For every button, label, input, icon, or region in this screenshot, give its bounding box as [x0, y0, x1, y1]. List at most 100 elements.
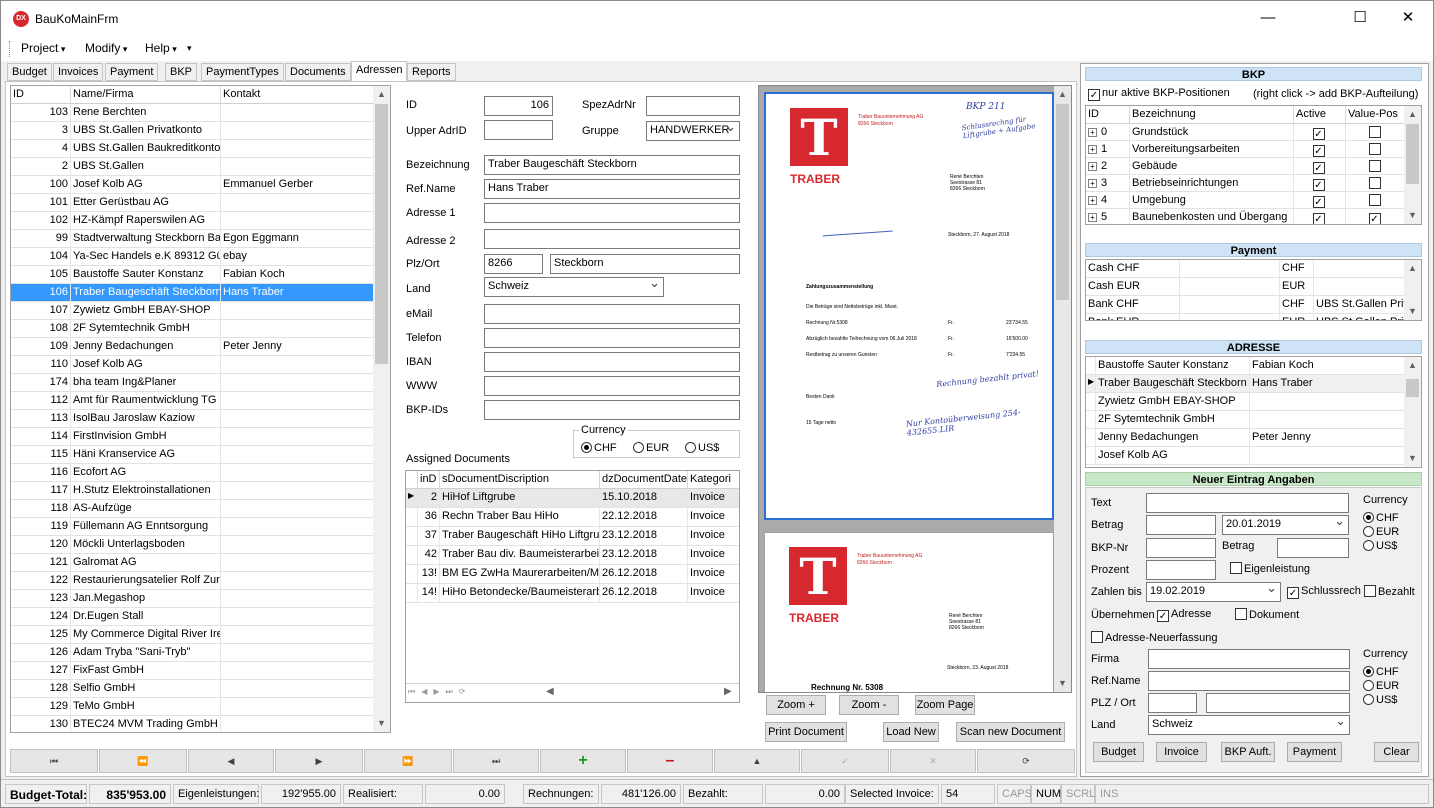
- bkp-row[interactable]: +4 Umgebung ✓: [1086, 192, 1406, 209]
- table-row[interactable]: 174 bha team Ing&Planer: [11, 374, 375, 392]
- table-row[interactable]: 112 Amt für Raumentwicklung TG: [11, 392, 375, 410]
- adresse-checkbox[interactable]: ✓ Adresse: [1157, 608, 1211, 622]
- bkp-row[interactable]: +3 Betriebseinrichtungen ✓: [1086, 175, 1406, 192]
- zoom-page-button[interactable]: Zoom Page: [915, 695, 975, 715]
- doc-nav-icons[interactable]: ⏮◀▶⏭⟳: [408, 687, 471, 697]
- menu-project[interactable]: Project: [21, 41, 65, 55]
- table-row[interactable]: 101 Etter Gerüstbau AG: [11, 194, 375, 212]
- doc-hscroll-right-icon[interactable]: ▶: [724, 686, 732, 697]
- table-row[interactable]: 116 Ecofort AG: [11, 464, 375, 482]
- col-date[interactable]: dzDocumentDate: [600, 471, 688, 489]
- currency2-chf-radio[interactable]: CHF: [1363, 666, 1399, 678]
- plz-field-2[interactable]: [1148, 693, 1197, 713]
- expand-icon[interactable]: +: [1088, 196, 1097, 205]
- adresse-scroll-up-icon[interactable]: ▲: [1404, 357, 1421, 374]
- payment-row[interactable]: Bank EUR EURUBS St.Gallen Priv: [1086, 314, 1406, 320]
- date-field-1[interactable]: 20.01.2019: [1222, 515, 1349, 535]
- table-row[interactable]: 125 My Commerce Digital River Irel: [11, 626, 375, 644]
- bezeichnung-field[interactable]: Traber Baugeschäft Steckborn: [484, 155, 740, 175]
- table-row[interactable]: 130 BTEC24 MVM Trading GmbH: [11, 716, 375, 732]
- table-row[interactable]: 119 Füllemann AG Enntsorgung: [11, 518, 375, 536]
- bkp-auft-button[interactable]: BKP Auft.: [1221, 742, 1275, 762]
- expand-icon[interactable]: +: [1088, 213, 1097, 222]
- eigenleistung-checkbox[interactable]: Eigenleistung: [1230, 562, 1310, 575]
- nav-confirm-button[interactable]: ✓: [801, 749, 889, 773]
- scroll-down-icon[interactable]: ▼: [373, 715, 390, 732]
- expand-icon[interactable]: +: [1088, 162, 1097, 171]
- iban-field[interactable]: [484, 352, 740, 372]
- table-row[interactable]: 3 UBS St.Gallen Privatkonto: [11, 122, 375, 140]
- nav-add-button[interactable]: +: [540, 749, 626, 773]
- zoom-out-button[interactable]: Zoom -: [839, 695, 899, 715]
- table-row[interactable]: 99 Stadtverwaltung Steckborn Ba Egon Eggma…: [11, 230, 375, 248]
- document-preview[interactable]: T TRABER Traber Bauunternehmung AG 8266 …: [758, 85, 1072, 693]
- tab-payment[interactable]: Payment: [105, 63, 159, 81]
- table-row[interactable]: 126 Adam Tryba "Sani-Tryb": [11, 644, 375, 662]
- tab-budget[interactable]: Budget: [7, 63, 52, 81]
- only-active-checkbox[interactable]: ✓ nur aktive BKP-Positionen: [1088, 87, 1230, 101]
- budget-button[interactable]: Budget: [1093, 742, 1144, 762]
- bkp-cell-active[interactable]: ✓: [1294, 124, 1346, 141]
- adresse-row[interactable]: Zywietz GmbH EBAY-SHOP: [1086, 393, 1406, 411]
- adresse-row[interactable]: ▶ Traber Baugeschäft Steckborn Hans Traber: [1086, 375, 1406, 393]
- bkp-col-id[interactable]: ID: [1086, 106, 1130, 124]
- table-row[interactable]: 105 Baustoffe Sauter Konstanz Fabian Koch: [11, 266, 375, 284]
- expand-icon[interactable]: +: [1088, 145, 1097, 154]
- bkp-col-active[interactable]: Active: [1294, 106, 1346, 124]
- prozent-field[interactable]: [1146, 560, 1216, 580]
- bkpnr-field[interactable]: [1146, 538, 1216, 558]
- id-field[interactable]: 106: [484, 96, 553, 116]
- payment-row[interactable]: Cash CHF CHF: [1086, 260, 1406, 278]
- bezahlt-checkbox[interactable]: Bezahlt: [1364, 585, 1415, 598]
- betrag2-field[interactable]: [1277, 538, 1349, 558]
- bkp-scrollbar[interactable]: ▲ ▼: [1404, 106, 1421, 224]
- col-kategorie[interactable]: Kategori: [688, 471, 739, 489]
- table-row[interactable]: 117 H.Stutz Elektroinstallationen: [11, 482, 375, 500]
- payment-scrollbar[interactable]: ▲ ▼: [1404, 260, 1421, 320]
- bkp-col-bezeichnung[interactable]: Bezeichnung: [1130, 106, 1294, 124]
- bkp-row[interactable]: +2 Gebäude ✓: [1086, 158, 1406, 175]
- payment-row[interactable]: Bank CHF CHF UBS St.Gallen Priva: [1086, 296, 1406, 314]
- adresse-row[interactable]: Baustoffe Sauter Konstanz Fabian Koch: [1086, 357, 1406, 375]
- invoice-button[interactable]: Invoice: [1156, 742, 1207, 762]
- adresse-scrollbar[interactable]: ▲ ▼: [1404, 357, 1421, 467]
- scroll-up-icon[interactable]: ▲: [373, 86, 390, 103]
- firma-field[interactable]: [1148, 649, 1350, 669]
- col-ind[interactable]: inD: [418, 471, 440, 489]
- zahlen-bis-date[interactable]: 19.02.2019: [1146, 582, 1281, 602]
- currency2-usd-radio[interactable]: US$: [1363, 694, 1397, 706]
- table-row[interactable]: 110 Josef Kolb AG: [11, 356, 375, 374]
- preview-scrollbar[interactable]: ▲ ▼: [1054, 86, 1071, 692]
- spezadrnr-field[interactable]: [646, 96, 740, 116]
- adresse-row[interactable]: Jenny Bedachungen Peter Jenny: [1086, 429, 1406, 447]
- clear-button[interactable]: Clear: [1374, 742, 1419, 762]
- table-row[interactable]: 118 AS-Aufzüge: [11, 500, 375, 518]
- close-button[interactable]: ✕: [1385, 1, 1431, 35]
- land-select-2[interactable]: Schweiz: [1148, 715, 1350, 735]
- bkp-cell-active[interactable]: ✓: [1294, 141, 1346, 158]
- tab-documents[interactable]: Documents: [285, 63, 351, 81]
- currency1-eur-radio[interactable]: EUR: [1363, 526, 1399, 538]
- bkp-scroll-thumb[interactable]: [1406, 124, 1419, 184]
- menu-modify[interactable]: Modify: [85, 41, 127, 55]
- tab-invoices[interactable]: Invoices: [53, 63, 104, 81]
- table-row[interactable]: 102 HZ-Kämpf Raperswilen AG: [11, 212, 375, 230]
- plz-field[interactable]: 8266: [484, 254, 543, 274]
- table-row[interactable]: 109 Jenny Bedachungen Peter Jenny: [11, 338, 375, 356]
- adresse2-field[interactable]: [484, 229, 740, 249]
- nav-up-button[interactable]: ▲: [714, 749, 800, 773]
- table-row[interactable]: 42 Traber Bau div. Baumeisterarbei 23.12.2…: [406, 546, 739, 565]
- bkpids-field[interactable]: [484, 400, 740, 420]
- table-row[interactable]: 127 FixFast GmbH: [11, 662, 375, 680]
- table-row[interactable]: 128 Selfio GmbH: [11, 680, 375, 698]
- maximize-button[interactable]: ☐: [1337, 1, 1383, 35]
- table-row[interactable]: 14! HiHo Betondecke/Baumeisterarbe 26.12.2…: [406, 584, 739, 603]
- table-row[interactable]: ▶ 2 HiHof Liftgrube 15.10.2018 Invoice: [406, 489, 739, 508]
- expand-icon[interactable]: +: [1088, 128, 1097, 137]
- scroll-thumb[interactable]: [375, 104, 388, 364]
- table-row[interactable]: 113 IsolBau Jaroslaw Kaziow: [11, 410, 375, 428]
- menu-help[interactable]: Help: [145, 41, 177, 55]
- bkp-row[interactable]: +1 Vorbereitungsarbeiten ✓: [1086, 141, 1406, 158]
- scan-document-button[interactable]: Scan new Document: [956, 722, 1065, 742]
- table-row[interactable]: 129 TeMo GmbH: [11, 698, 375, 716]
